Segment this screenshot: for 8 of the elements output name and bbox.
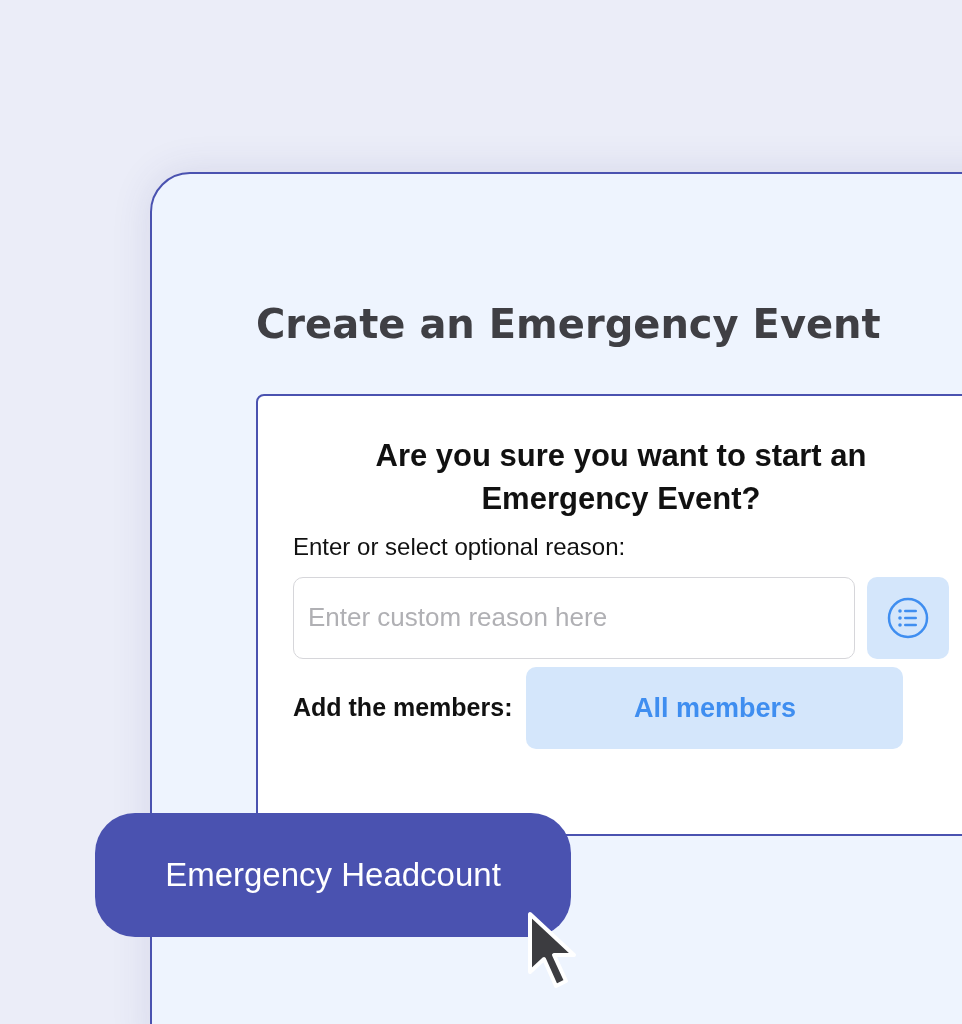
list-icon: [887, 596, 929, 639]
reason-label: Enter or select optional reason:: [293, 531, 627, 562]
dialog-heading: Are you sure you want to start an Emergency Event?: [374, 437, 868, 519]
list-button[interactable]: [867, 576, 949, 659]
headcount-badge: Emergency Headcount: [95, 813, 571, 937]
members-label: Add the members:: [293, 692, 513, 724]
all-members-button[interactable]: All members: [526, 666, 904, 749]
reason-field[interactable]: Enter custom reason here: [293, 576, 855, 659]
